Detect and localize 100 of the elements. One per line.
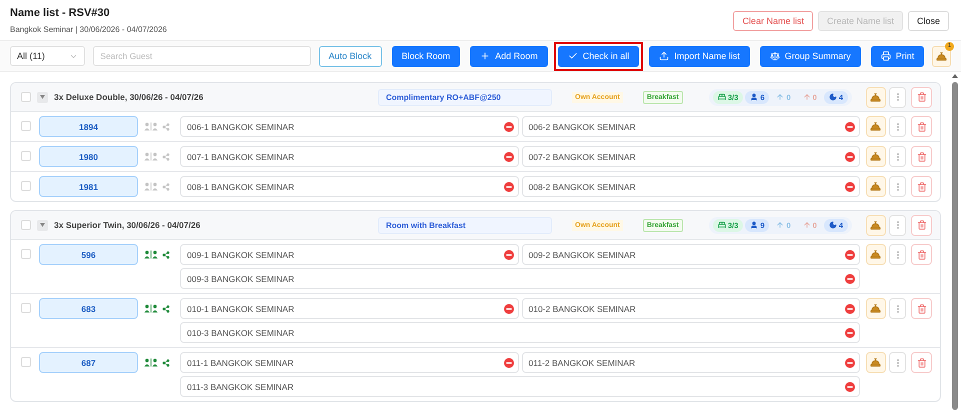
remove-icon[interactable]	[845, 152, 855, 162]
toolbar-button[interactable]: Add Room	[470, 46, 548, 66]
remove-icon[interactable]	[845, 250, 855, 260]
upload-icon	[659, 51, 670, 61]
guest-name-field[interactable]: 011-1 BANGKOK SEMINAR	[180, 352, 518, 373]
checkbox[interactable]	[21, 357, 31, 367]
guest-name-field[interactable]: 006-1 BANGKOK SEMINAR	[180, 116, 518, 137]
remove-icon[interactable]	[504, 250, 514, 260]
bell-button[interactable]	[866, 298, 886, 319]
delete-button[interactable]	[911, 86, 932, 108]
room-number[interactable]: 687	[39, 352, 138, 373]
guest-name: 011-3 BANGKOK SEMINAR	[187, 382, 294, 392]
bell-icon	[870, 357, 882, 368]
delete-button[interactable]	[911, 116, 932, 137]
bell-button[interactable]	[866, 352, 886, 373]
check-icon	[568, 51, 578, 61]
bell-button[interactable]	[866, 176, 886, 197]
group-title: 3x Deluxe Double, 30/06/26 - 04/07/26	[54, 92, 204, 102]
room-number[interactable]: 1894	[39, 116, 138, 137]
person-icon	[750, 93, 758, 101]
moon-icon	[828, 93, 837, 101]
toolbar-button[interactable]: Auto Block	[318, 46, 382, 66]
checkbox[interactable]	[21, 220, 31, 230]
guest-name-field[interactable]: 010-3 BANGKOK SEMINAR	[180, 322, 860, 343]
collapse-button[interactable]	[37, 92, 48, 102]
remove-icon[interactable]	[504, 358, 514, 368]
remove-icon[interactable]	[845, 182, 855, 192]
room-number[interactable]: 683	[39, 298, 138, 319]
remove-icon[interactable]	[845, 122, 855, 132]
delete-button[interactable]	[911, 298, 932, 319]
remove-icon[interactable]	[845, 358, 855, 368]
guest-name-field[interactable]: 010-1 BANGKOK SEMINAR	[180, 298, 518, 319]
delete-button[interactable]	[911, 214, 932, 236]
checkbox[interactable]	[21, 181, 31, 191]
delete-button[interactable]	[911, 352, 932, 373]
rate-tag: Room with Breakfast	[378, 216, 552, 234]
remove-icon[interactable]	[845, 274, 855, 284]
guest-name-field[interactable]: 010-2 BANGKOK SEMINAR	[522, 298, 860, 319]
checkbox[interactable]	[21, 151, 31, 161]
share-icon[interactable]	[162, 250, 170, 258]
checkbox[interactable]	[21, 249, 31, 259]
guest-name-field[interactable]: 007-2 BANGKOK SEMINAR	[522, 146, 860, 167]
room-number[interactable]: 1980	[39, 146, 138, 167]
delete-button[interactable]	[911, 244, 932, 265]
guest-name-field[interactable]: 008-2 BANGKOK SEMINAR	[522, 176, 860, 197]
remove-icon[interactable]	[504, 304, 514, 314]
guest-pair-icon[interactable]	[144, 358, 158, 367]
guest-pair-icon[interactable]	[144, 250, 158, 259]
guest-name: 011-1 BANGKOK SEMINAR	[187, 358, 294, 368]
toolbar-button[interactable]: Import Name list	[649, 46, 750, 66]
bell-button[interactable]	[866, 146, 886, 167]
collapse-button[interactable]	[37, 220, 48, 230]
delete-button[interactable]	[911, 176, 932, 197]
guest-name: 007-2 BANGKOK SEMINAR	[528, 152, 636, 162]
remove-icon[interactable]	[845, 382, 855, 392]
remove-icon[interactable]	[504, 152, 514, 162]
room-number[interactable]: 1981	[39, 176, 138, 197]
remove-icon[interactable]	[504, 122, 514, 132]
guest-name: 006-1 BANGKOK SEMINAR	[187, 122, 294, 132]
share-icon[interactable]	[162, 358, 170, 366]
guest-name-field[interactable]: 009-3 BANGKOK SEMINAR	[180, 268, 860, 289]
bell-button[interactable]	[866, 244, 886, 265]
guest-name-field[interactable]: 011-2 BANGKOK SEMINAR	[522, 352, 860, 373]
room-number[interactable]: 596	[39, 244, 138, 265]
guest-name-field[interactable]: 008-1 BANGKOK SEMINAR	[180, 176, 518, 197]
toolbar-button[interactable]: Print	[870, 46, 924, 66]
toolbar-button[interactable]: Block Room	[392, 46, 460, 66]
toolbar-button[interactable]: Group Summary	[760, 46, 861, 66]
arrow-up-icon	[776, 93, 784, 101]
guest-pair-icon[interactable]	[144, 304, 158, 313]
share-icon[interactable]	[162, 304, 170, 312]
filter-dropdown[interactable]: All (11)	[10, 46, 86, 66]
toolbar-button[interactable]: Check in all	[558, 46, 640, 66]
bed-icon	[718, 93, 726, 101]
trash-icon	[916, 220, 927, 230]
bell-icon	[870, 121, 882, 132]
checkbox[interactable]	[21, 92, 31, 102]
guest-name-field[interactable]: 007-1 BANGKOK SEMINAR	[180, 146, 518, 167]
guest-name-field[interactable]: 011-3 BANGKOK SEMINAR	[180, 376, 860, 397]
scrollbar[interactable]	[949, 72, 961, 410]
remove-icon[interactable]	[845, 328, 855, 338]
remove-icon[interactable]	[504, 182, 514, 192]
guest-name-field[interactable]: 009-2 BANGKOK SEMINAR	[522, 244, 860, 265]
guest-name: 009-1 BANGKOK SEMINAR	[187, 250, 294, 260]
checkbox[interactable]	[21, 121, 31, 131]
guest-name-field[interactable]: 009-1 BANGKOK SEMINAR	[180, 244, 518, 265]
search-field[interactable]: Search Guest	[93, 46, 311, 66]
checkbox[interactable]	[21, 303, 31, 313]
header-button[interactable]: Close	[908, 10, 949, 30]
person-icon	[750, 221, 758, 229]
delete-button[interactable]	[911, 146, 932, 167]
remove-icon[interactable]	[845, 304, 855, 314]
header-button[interactable]: Clear Name list	[733, 10, 813, 30]
bell-icon	[936, 50, 948, 62]
bell-button[interactable]	[866, 86, 886, 108]
guest-name: 010-3 BANGKOK SEMINAR	[187, 328, 294, 338]
bell-button[interactable]	[866, 214, 886, 236]
guest-name-field[interactable]: 006-2 BANGKOK SEMINAR	[522, 116, 860, 137]
bell-button[interactable]	[866, 116, 886, 137]
trash-icon	[916, 152, 927, 162]
